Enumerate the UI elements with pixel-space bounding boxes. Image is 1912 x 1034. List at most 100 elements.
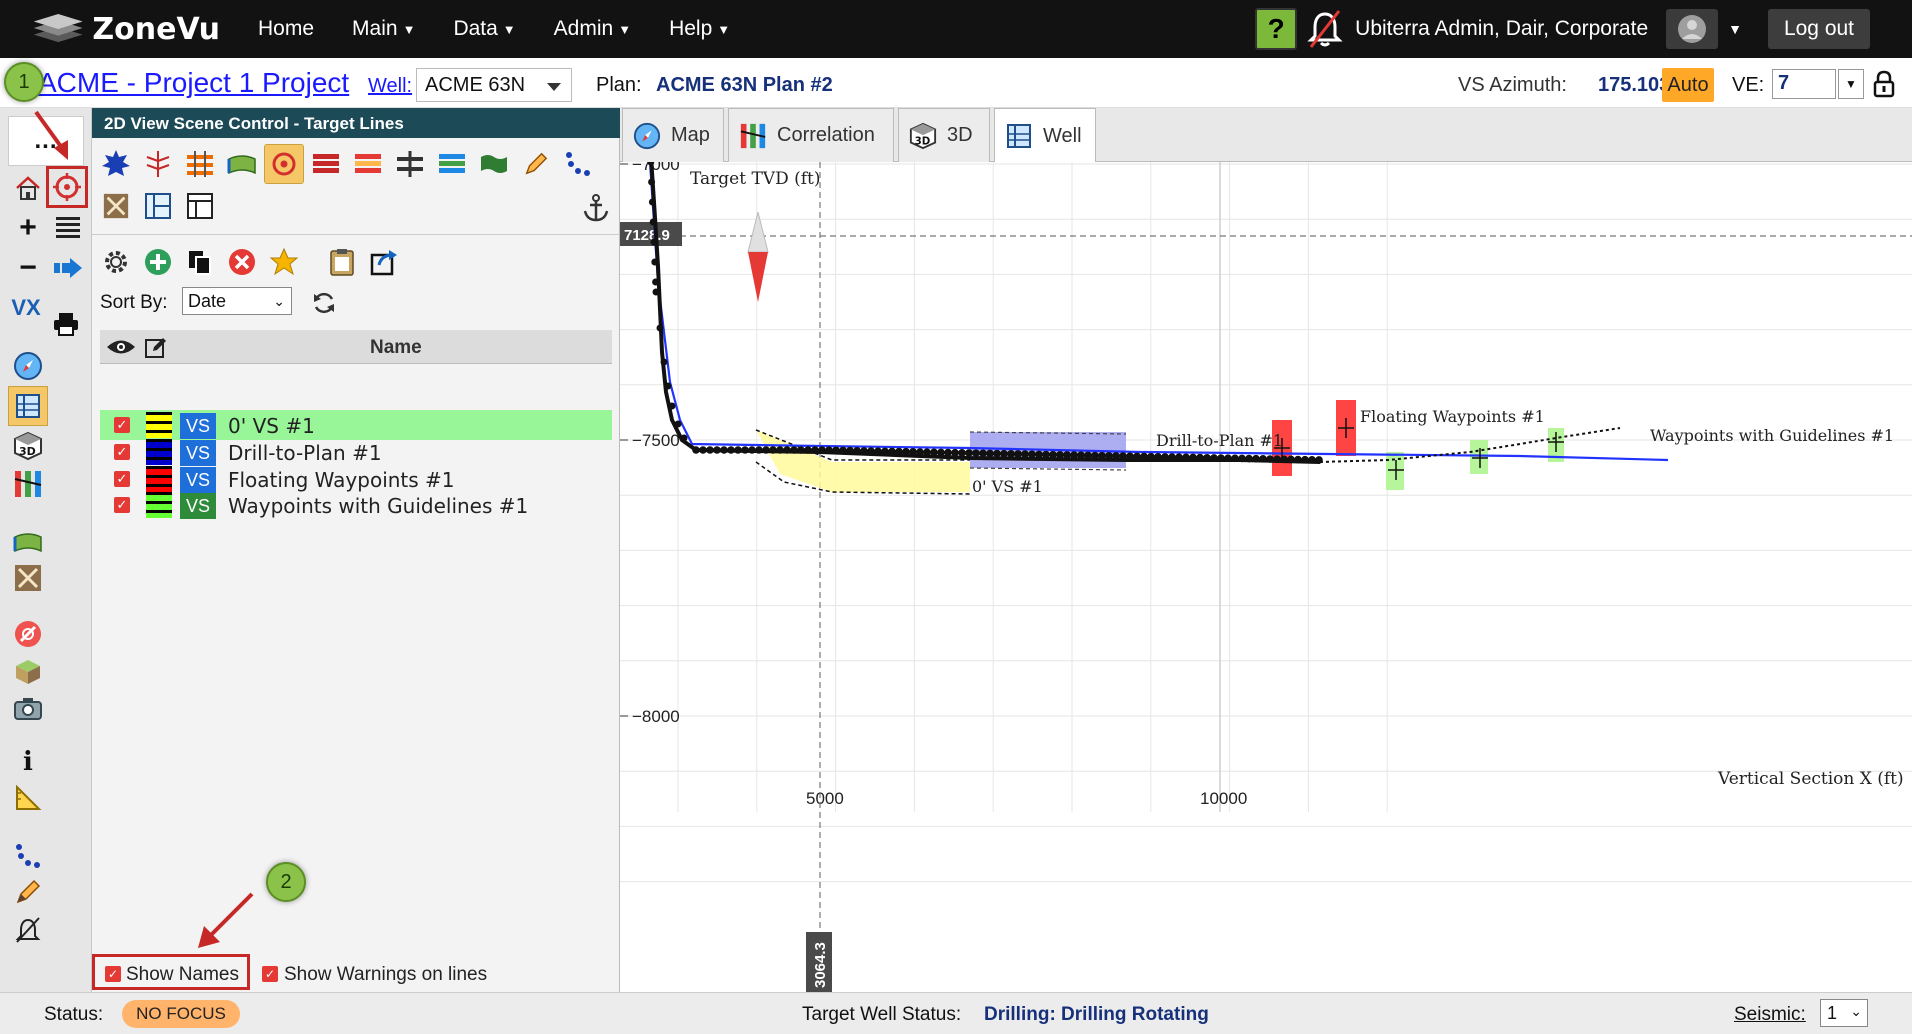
list-item[interactable]: ✓ VS Waypoints with Guidelines #1 bbox=[100, 490, 612, 520]
surface-icon[interactable] bbox=[10, 524, 46, 560]
seismic-label-link[interactable]: Seismic: bbox=[1734, 1004, 1806, 1026]
nav-admin[interactable]: Admin ▼ bbox=[554, 17, 631, 41]
seismic-icon[interactable] bbox=[10, 616, 46, 652]
show-names-checkbox[interactable]: ✓ bbox=[105, 966, 121, 982]
compass-map-icon[interactable] bbox=[10, 348, 46, 384]
show-warnings-checkbox[interactable]: ✓ bbox=[262, 966, 278, 982]
nav-data[interactable]: Data ▼ bbox=[453, 17, 515, 41]
help-button[interactable]: ? bbox=[1255, 8, 1298, 50]
vx-button[interactable]: VX bbox=[8, 290, 44, 326]
markers-icon[interactable] bbox=[390, 144, 430, 184]
ve-dropdown-icon[interactable]: ▼ bbox=[1838, 69, 1864, 99]
print-icon[interactable] bbox=[48, 306, 84, 342]
grid-cube-icon[interactable] bbox=[10, 654, 46, 690]
copy-icon[interactable] bbox=[180, 242, 220, 282]
formation-tops-icon[interactable] bbox=[96, 144, 136, 184]
pencil-tool-icon[interactable] bbox=[516, 144, 556, 184]
visibility-checkbox[interactable]: ✓ bbox=[114, 471, 130, 487]
dots-path-icon[interactable] bbox=[10, 838, 46, 874]
tab-correlation[interactable]: Correlation bbox=[728, 108, 894, 162]
bell-alert-icon[interactable] bbox=[10, 912, 46, 948]
surface-layer-icon[interactable] bbox=[222, 144, 262, 184]
auto-azimuth-button[interactable]: Auto bbox=[1662, 68, 1714, 102]
clipboard-icon[interactable] bbox=[322, 242, 362, 282]
show-names-label[interactable]: Show Names bbox=[126, 964, 239, 986]
settings-gear-icon[interactable] bbox=[96, 242, 136, 282]
nav-home[interactable]: Home bbox=[258, 17, 314, 41]
avatar[interactable] bbox=[1666, 9, 1719, 49]
fault-icon[interactable] bbox=[138, 144, 178, 184]
refresh-icon[interactable] bbox=[308, 287, 340, 319]
camera-icon[interactable] bbox=[10, 690, 46, 726]
sort-by-select[interactable]: Date ⌄ bbox=[182, 287, 292, 315]
notifications-off-icon[interactable] bbox=[1307, 9, 1343, 49]
zoom-out-icon[interactable]: − bbox=[10, 250, 46, 286]
layers-list-icon[interactable] bbox=[50, 210, 86, 246]
target-lines-tool-icon[interactable] bbox=[264, 144, 304, 184]
arrow-right-icon[interactable] bbox=[50, 250, 86, 286]
horizons-icon[interactable] bbox=[180, 144, 220, 184]
dropdown-arrow-icon bbox=[547, 83, 561, 91]
line-color-swatch[interactable] bbox=[146, 439, 172, 465]
line-color-swatch[interactable] bbox=[146, 466, 172, 492]
flag-icon[interactable] bbox=[474, 144, 514, 184]
line-color-swatch[interactable] bbox=[146, 412, 172, 438]
well-view-icon[interactable] bbox=[8, 386, 48, 426]
well-label-link[interactable]: Well: bbox=[368, 75, 412, 98]
show-warnings-label[interactable]: Show Warnings on lines bbox=[284, 964, 487, 986]
target-lines-button[interactable] bbox=[46, 166, 88, 208]
home-icon[interactable] bbox=[10, 170, 46, 206]
geomodel-icon[interactable] bbox=[10, 560, 46, 596]
well-select[interactable]: ACME 63N bbox=[416, 68, 572, 102]
split-layout-icon[interactable] bbox=[138, 186, 178, 226]
share-export-icon[interactable] bbox=[364, 242, 404, 282]
vertical-exaggeration-input[interactable]: 7 bbox=[1772, 69, 1836, 99]
zones-red-icon[interactable] bbox=[306, 144, 346, 184]
survey-station bbox=[937, 448, 945, 457]
line-color-swatch[interactable] bbox=[146, 492, 172, 518]
add-circle-icon[interactable] bbox=[138, 242, 178, 282]
tab-map[interactable]: Map bbox=[622, 108, 724, 162]
tab-well[interactable]: Well bbox=[994, 108, 1096, 163]
list-item[interactable]: ✓ VS 0' VS #1 bbox=[100, 410, 612, 440]
pencil-icon[interactable] bbox=[10, 874, 46, 910]
zonevu-logo[interactable]: ZoneVu bbox=[30, 11, 220, 47]
nav-help[interactable]: Help ▼ bbox=[669, 17, 730, 41]
ruler-icon[interactable] bbox=[10, 780, 46, 816]
well-section-chart[interactable]: −7000 −7500 −8000 5000 10000 Target TVD (ft) V… bbox=[620, 138, 1912, 992]
panel-layout-icon[interactable] bbox=[180, 186, 220, 226]
logout-button[interactable]: Log out bbox=[1768, 9, 1870, 49]
name-column-header[interactable]: Name bbox=[370, 337, 422, 359]
user-name[interactable]: Ubiterra Admin, Dair, Corporate bbox=[1355, 17, 1648, 41]
compass-icon bbox=[633, 122, 661, 149]
correlation-icon[interactable] bbox=[10, 466, 46, 502]
visibility-checkbox[interactable]: ✓ bbox=[114, 417, 130, 433]
info-icon[interactable]: i bbox=[10, 744, 46, 780]
visibility-checkbox[interactable]: ✓ bbox=[114, 497, 130, 513]
survey-station bbox=[1098, 451, 1106, 460]
visibility-checkbox[interactable]: ✓ bbox=[114, 444, 130, 460]
lock-icon[interactable] bbox=[1872, 70, 1896, 98]
nav-main[interactable]: Main ▼ bbox=[352, 17, 415, 41]
geomodel-tool-icon[interactable] bbox=[96, 186, 136, 226]
cube-3d-icon[interactable]: 3D bbox=[10, 428, 46, 464]
zones-striped-icon[interactable] bbox=[348, 144, 388, 184]
water-zones-icon[interactable] bbox=[432, 144, 472, 184]
zoom-in-icon[interactable]: + bbox=[10, 210, 46, 246]
user-menu-caret-icon[interactable]: ▼ bbox=[1728, 21, 1742, 37]
edit-icon[interactable] bbox=[144, 336, 168, 360]
survey-station bbox=[909, 448, 917, 456]
chart-canvas[interactable]: −7000 −7500 −8000 5000 10000 Target TVD (ft) V… bbox=[620, 138, 1912, 992]
project-title-link[interactable]: ACME - Project 1 Project bbox=[38, 67, 349, 99]
delete-circle-icon[interactable] bbox=[222, 242, 262, 282]
survey-station bbox=[1224, 454, 1232, 462]
path-dots-tool-icon[interactable] bbox=[558, 144, 598, 184]
seismic-select[interactable]: 1 ⌄ bbox=[1820, 999, 1868, 1027]
list-item[interactable]: ✓ VS Drill-to-Plan #1 bbox=[100, 437, 612, 467]
star-icon[interactable] bbox=[264, 242, 304, 282]
anchor-icon[interactable] bbox=[576, 188, 616, 228]
seismic-select-value: 1 bbox=[1827, 1003, 1838, 1023]
ve-label: VE: bbox=[1732, 74, 1765, 96]
visibility-eye-icon[interactable] bbox=[106, 338, 136, 356]
tab-3d[interactable]: 3D 3D bbox=[898, 108, 990, 162]
